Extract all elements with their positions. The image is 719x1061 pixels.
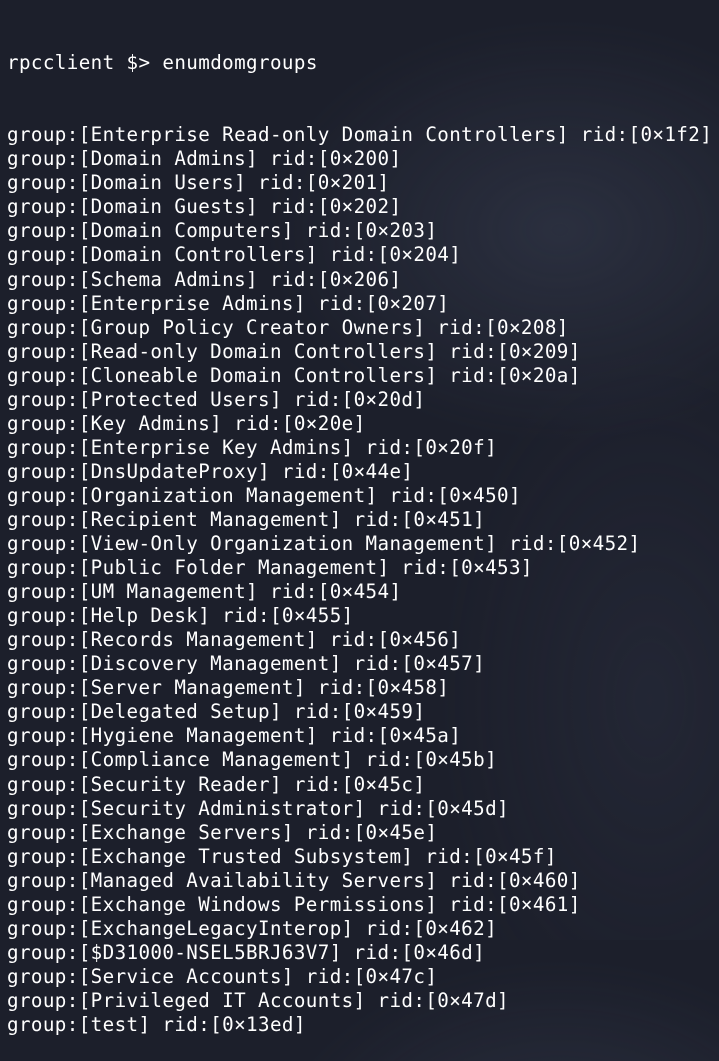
output-line: group:[Domain Admins] rid:[0×200] [7,147,402,171]
output-line: group:[Group Policy Creator Owners] rid:… [7,315,569,339]
prompt-command: enumdomgroups [162,51,318,75]
output-line: group:[Enterprise Key Admins] rid:[0×20f… [7,435,498,459]
output-line: group:[Cloneable Domain Controllers] rid… [7,363,581,387]
prompt-line: rpcclient $> enumdomgroups [7,51,719,75]
output-line: group:[Hygiene Management] rid:[0×45a] [7,724,462,748]
output-line: group:[Compliance Management] rid:[0×45b… [7,748,498,772]
output-line: group:[Key Admins] rid:[0×20e] [7,411,366,435]
output-line: group:[Privileged IT Accounts] rid:[0×47… [7,988,509,1012]
output-line: group:[Enterprise Read-only Domain Contr… [7,123,713,147]
output-line: group:[Records Management] rid:[0×456] [7,628,462,652]
output-line: group:[Protected Users] rid:[0×20d] [7,387,426,411]
prompt-symbol: $> [126,51,151,75]
output-line: group:[$D31000-NSEL5BRJ63V7] rid:[0×46d] [7,940,486,964]
output-line: group:[Exchange Servers] rid:[0×45e] [7,820,438,844]
output-line: group:[Security Administrator] rid:[0×45… [7,796,509,820]
output-line: group:[Discovery Management] rid:[0×457] [7,652,486,676]
output-line: group:[Domain Users] rid:[0×201] [7,171,390,195]
output-line: group:[Exchange Trusted Subsystem] rid:[… [7,844,557,868]
output-line: group:[Security Reader] rid:[0×45c] [7,772,426,796]
output-line: group:[Domain Computers] rid:[0×203] [7,219,438,243]
output-line: group:[Server Management] rid:[0×458] [7,676,450,700]
output-line: group:[DnsUpdateProxy] rid:[0×44e] [7,459,414,483]
output-line: group:[test] rid:[0×13ed] [7,1012,306,1036]
output-line: group:[Public Folder Management] rid:[0×… [7,556,533,580]
output-line: group:[Read-only Domain Controllers] rid… [7,339,581,363]
output-line: group:[Recipient Management] rid:[0×451] [7,507,486,531]
output-line: group:[Schema Admins] rid:[0×206] [7,267,402,291]
output-line: group:[ExchangeLegacyInterop] rid:[0×462… [7,916,498,940]
output-line: group:[Exchange Windows Permissions] rid… [7,892,581,916]
output-line: group:[Organization Management] rid:[0×4… [7,483,521,507]
output-line: group:[Delegated Setup] rid:[0×459] [7,700,426,724]
terminal-output[interactable]: rpcclient $> enumdomgroups group:[Enterp… [7,3,719,1061]
output-line: group:[Enterprise Admins] rid:[0×207] [7,291,450,315]
output-line: group:[Domain Guests] rid:[0×202] [7,195,402,219]
output-lines: group:[Enterprise Read-only Domain Contr… [7,123,719,1037]
output-line: group:[Managed Availability Servers] rid… [7,868,581,892]
prompt-program: rpcclient [7,51,115,75]
output-line: group:[Domain Controllers] rid:[0×204] [7,243,462,267]
output-line: group:[View-Only Organization Management… [7,532,641,556]
output-line: group:[UM Management] rid:[0×454] [7,580,402,604]
output-line: group:[Help Desk] rid:[0×455] [7,604,354,628]
output-line: group:[Service Accounts] rid:[0×47c] [7,964,438,988]
